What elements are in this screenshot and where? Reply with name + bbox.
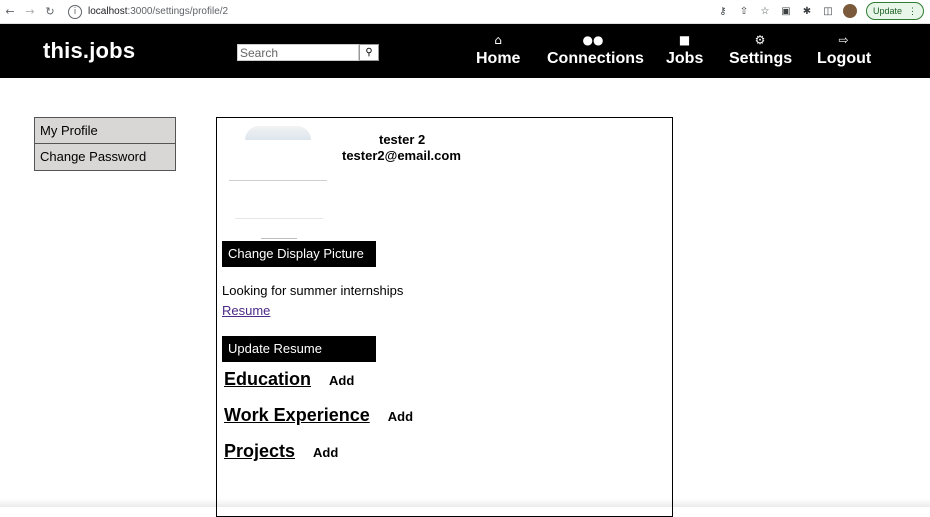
- nav-connections[interactable]: ●● Connections: [547, 32, 644, 68]
- divider: [261, 238, 297, 239]
- add-projects-button[interactable]: Add: [313, 445, 338, 460]
- gear-icon: ⚙: [754, 33, 766, 47]
- info-icon[interactable]: i: [68, 4, 82, 19]
- divider: [229, 180, 327, 181]
- url-text: localhost:3000/settings/profile/2: [88, 6, 228, 17]
- nav-home-label: Home: [476, 50, 521, 67]
- avatar[interactable]: [842, 4, 857, 18]
- profile-name: tester 2: [379, 132, 426, 147]
- update-resume-button[interactable]: Update Resume: [222, 336, 376, 362]
- display-picture-image: [245, 126, 311, 140]
- more-icon: ⋮: [908, 5, 917, 16]
- nav-home[interactable]: ⌂ Home: [476, 32, 520, 68]
- nav-logout-label: Logout: [817, 50, 872, 67]
- sidebar-item-change-password[interactable]: Change Password: [34, 144, 176, 171]
- sidebar-item-my-profile[interactable]: My Profile: [34, 117, 176, 144]
- resume-link[interactable]: Resume: [222, 303, 270, 318]
- url-host: localhost: [88, 6, 128, 17]
- settings-sidebar: My Profile Change Password: [34, 117, 176, 171]
- section-projects-title[interactable]: Projects: [224, 441, 295, 462]
- profile-email: tester2@email.com: [342, 148, 461, 163]
- nav-connections-label: Connections: [547, 50, 644, 67]
- reload-icon[interactable]: ↻: [40, 0, 60, 24]
- nav-settings[interactable]: ⚙ Settings: [729, 32, 793, 68]
- nav-logout[interactable]: ⇨ Logout: [817, 32, 872, 68]
- extension-icon[interactable]: ▣: [780, 6, 792, 17]
- search-button[interactable]: ⚲: [359, 44, 379, 61]
- forward-icon[interactable]: →: [20, 0, 40, 24]
- add-education-button[interactable]: Add: [329, 373, 354, 388]
- section-work-experience-title[interactable]: Work Experience: [224, 405, 370, 426]
- section-education: Education Add: [224, 369, 354, 390]
- change-display-picture-button[interactable]: Change Display Picture: [222, 241, 376, 267]
- divider: [235, 218, 323, 219]
- search-icon: ⚲: [365, 47, 373, 58]
- star-icon[interactable]: ☆: [759, 6, 771, 17]
- sidepanel-icon[interactable]: ◫: [822, 6, 834, 17]
- search-form: ⚲: [237, 44, 379, 61]
- brand-logo[interactable]: this.jobs: [43, 38, 135, 64]
- address-bar[interactable]: i localhost:3000/settings/profile/2: [68, 2, 718, 22]
- profile-card: tester 2 tester2@email.com Change Displa…: [216, 117, 673, 517]
- profile-bio: Looking for summer internships: [222, 283, 404, 298]
- nav-settings-label: Settings: [729, 50, 793, 67]
- search-input[interactable]: [237, 44, 359, 61]
- browser-toolbar: ← → ↻ i localhost:3000/settings/profile/…: [0, 0, 930, 24]
- nav-jobs-label: Jobs: [666, 50, 704, 67]
- nav-jobs[interactable]: ■ Jobs: [666, 32, 703, 68]
- home-icon: ⌂: [494, 33, 502, 47]
- update-button[interactable]: Update ⋮: [865, 2, 924, 20]
- display-picture: [227, 126, 327, 239]
- people-icon: ●●: [582, 33, 604, 47]
- app-header: this.jobs ⚲ ⌂ Home ●● Connections ■ Jobs…: [0, 24, 930, 78]
- section-education-title[interactable]: Education: [224, 369, 311, 390]
- browser-actions: ⚷ ⇧ ☆ ▣ ✱ ◫ Update ⋮: [717, 2, 924, 20]
- add-work-experience-button[interactable]: Add: [388, 409, 413, 424]
- share-icon[interactable]: ⇧: [738, 6, 750, 17]
- key-icon[interactable]: ⚷: [717, 6, 729, 17]
- briefcase-icon: ■: [678, 33, 691, 47]
- logout-icon: ⇨: [838, 33, 849, 47]
- update-label: Update: [872, 6, 902, 16]
- url-path: :3000/settings/profile/2: [127, 6, 229, 17]
- puzzle-icon[interactable]: ✱: [801, 6, 813, 17]
- section-projects: Projects Add: [224, 441, 338, 462]
- back-icon[interactable]: ←: [0, 0, 20, 24]
- section-work-experience: Work Experience Add: [224, 405, 413, 426]
- window-edge: [0, 498, 930, 507]
